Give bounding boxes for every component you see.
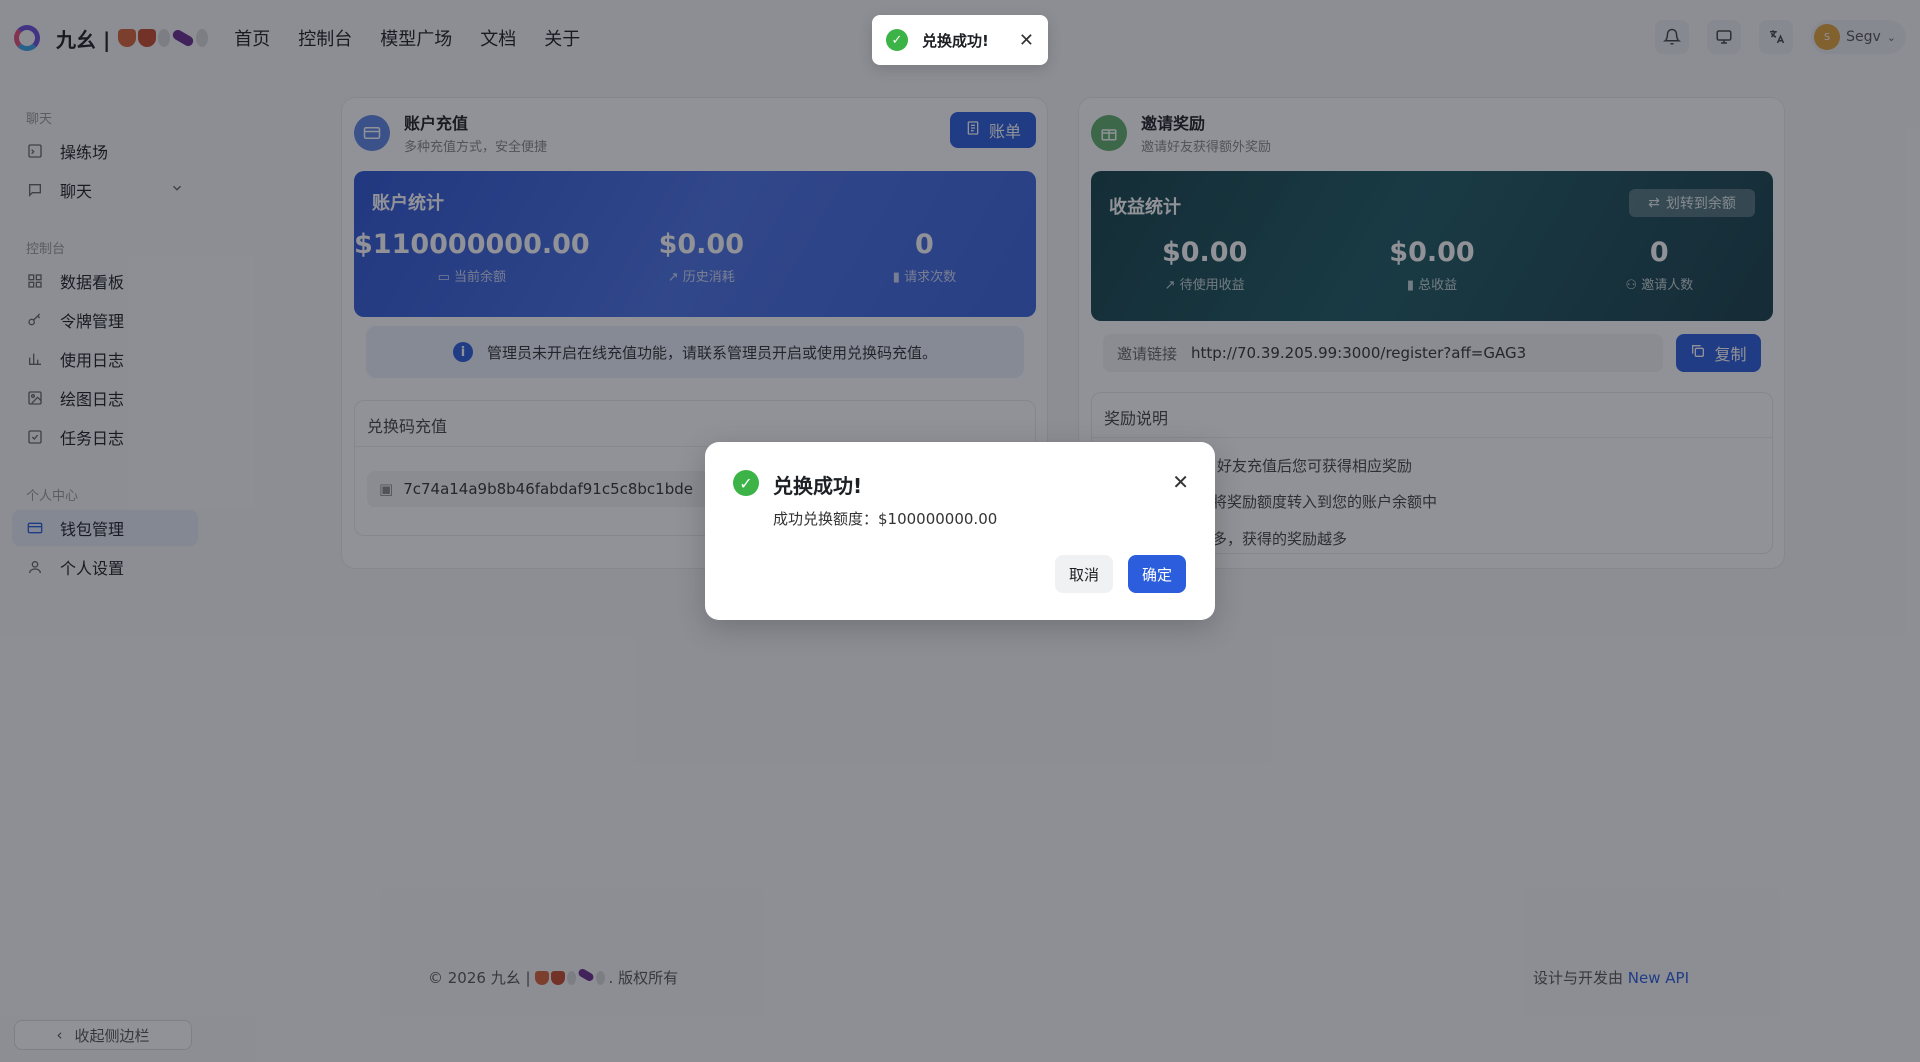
check-circle-icon: ✓ <box>886 29 908 51</box>
success-modal: ✓ 兑换成功! ✕ 成功兑换额度：$100000000.00 取消 确定 <box>705 442 1215 620</box>
modal-title: 兑换成功! <box>773 474 863 498</box>
close-icon[interactable]: ✕ <box>1019 30 1034 51</box>
close-icon[interactable]: ✕ <box>1172 470 1189 494</box>
cancel-button[interactable]: 取消 <box>1055 555 1113 593</box>
modal-body: 成功兑换额度：$100000000.00 <box>773 510 998 528</box>
confirm-button[interactable]: 确定 <box>1128 555 1186 593</box>
check-circle-icon: ✓ <box>733 470 759 496</box>
success-toast: ✓ 兑换成功! ✕ <box>872 15 1048 65</box>
toast-text: 兑换成功! <box>922 31 989 50</box>
